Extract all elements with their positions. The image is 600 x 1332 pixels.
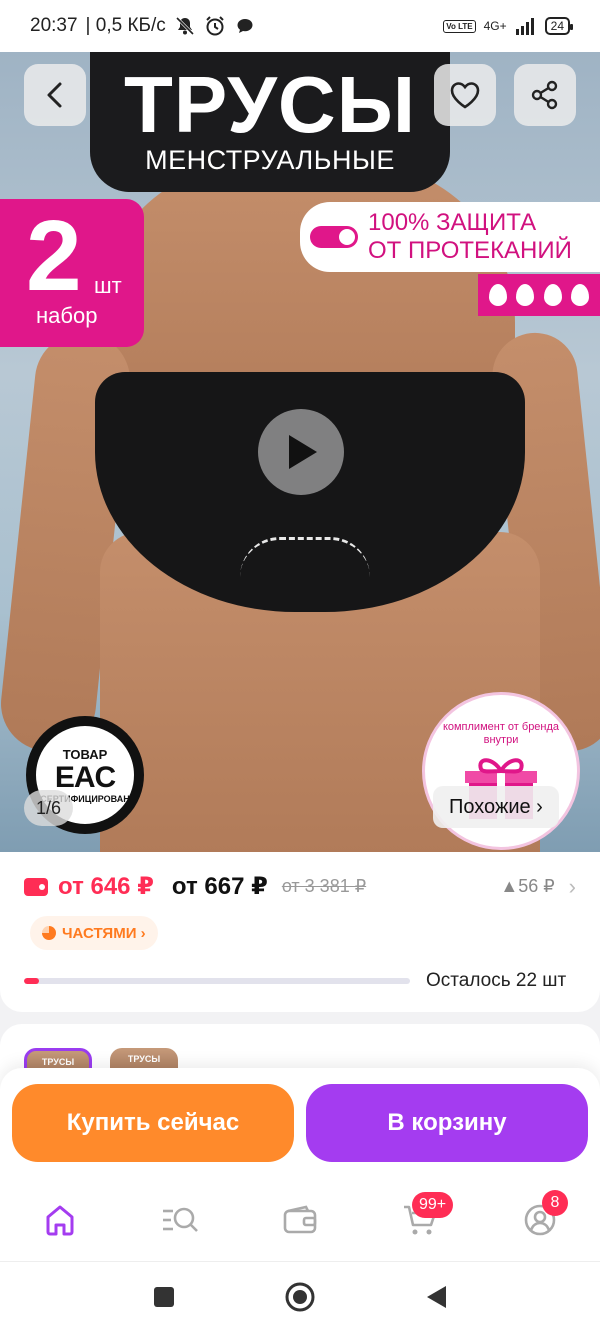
price-change[interactable]: ▲56 ₽ <box>500 876 554 897</box>
play-icon <box>289 435 317 469</box>
drop-icon <box>571 284 590 306</box>
pie-icon <box>42 926 56 940</box>
profile-badge: 8 <box>542 1190 568 1216</box>
absorbency-drops <box>478 274 600 316</box>
pack-badge: 2 шт набор <box>0 199 144 347</box>
status-speed: | 0,5 КБ/с <box>85 15 166 36</box>
pack-unit: шт <box>94 273 122 298</box>
nav-wallet[interactable] <box>278 1198 322 1242</box>
chevron-left-icon <box>47 82 62 108</box>
cert-mark: EAC <box>54 760 116 794</box>
add-to-cart-button[interactable]: В корзину <box>306 1084 588 1162</box>
circle-icon <box>285 1282 315 1312</box>
title-sub: МЕНСТРУАЛЬНЫЕ <box>145 145 395 175</box>
share-button[interactable] <box>514 64 576 126</box>
old-price: от 3 381 ₽ <box>281 876 367 896</box>
title-main: ТРУСЫ <box>123 60 417 149</box>
buy-now-button[interactable]: Купить сейчас <box>12 1084 294 1162</box>
product-title-overlay: ТРУСЫ МЕНСТРУАЛЬНЫЕ <box>100 60 440 175</box>
stock-progress-bar <box>24 978 410 984</box>
installments-label: ЧАСТЯМИ › <box>62 924 146 942</box>
drop-icon <box>543 284 562 306</box>
similar-label: Похожие › <box>449 795 543 818</box>
catalog-search-icon <box>163 1207 198 1232</box>
volte-indicator: Vo LTE <box>443 19 476 33</box>
chat-icon <box>234 15 256 37</box>
action-bar: Купить сейчас В корзину <box>0 1068 600 1178</box>
toggle-icon <box>310 226 358 248</box>
signal-icon <box>515 15 537 37</box>
protection-badge: 100% ЗАЩИТА ОТ ПРОТЕКАНИЙ <box>300 202 600 272</box>
nav-home[interactable] <box>38 1198 82 1242</box>
installments-button[interactable]: ЧАСТЯМИ › <box>30 916 158 950</box>
similar-button[interactable]: Похожие › <box>433 786 559 828</box>
variant-thumb-label: ТРУСЫ <box>41 1057 75 1067</box>
price-card: от 646 ₽ от 667 ₽ от 3 381 ₽ ▲56 ₽ › ЧАС… <box>0 852 600 1012</box>
status-bar: 20:37 | 0,5 КБ/с Vo LTE 4G+ 24 <box>0 0 600 52</box>
share-icon <box>531 80 558 110</box>
wallet-price: от 646 ₽ <box>58 873 154 900</box>
cert-top-text: ТОВАР <box>62 746 108 762</box>
main-price: от 667 ₽ <box>171 873 268 900</box>
back-system-button[interactable] <box>421 1282 451 1312</box>
status-left: 20:37 | 0,5 КБ/с <box>30 15 256 37</box>
recents-button[interactable] <box>149 1282 179 1312</box>
price-row: от 646 ₽ от 667 ₽ от 3 381 ₽ ▲56 ₽ › <box>24 872 576 901</box>
stock-text: Осталось 22 шт <box>426 970 567 991</box>
pack-count: 2 <box>26 200 82 312</box>
network-type: 4G+ <box>483 19 507 33</box>
stock-progress-fill <box>24 978 40 984</box>
protection-line2: ОТ ПРОТЕКАНИЙ <box>368 237 572 264</box>
home-icon <box>46 1205 74 1236</box>
battery-indicator: 24 <box>544 17 574 35</box>
favorite-button[interactable] <box>434 64 496 126</box>
product-image-carousel[interactable]: ТРУСЫ МЕНСТРУАЛЬНЫЕ 2 шт набор 100% ЗАЩИ… <box>0 52 600 852</box>
wallet-icon <box>24 877 48 896</box>
protection-text: 100% ЗАЩИТА ОТ ПРОТЕКАНИЙ <box>368 209 572 265</box>
gift-text: комплимент от бренда внутри <box>442 721 560 746</box>
stitch-line <box>240 537 370 577</box>
wallet-outline-icon <box>283 1205 317 1234</box>
heart-icon <box>450 82 480 109</box>
cart-badge: 99+ <box>412 1192 454 1218</box>
bell-off-icon <box>174 15 196 37</box>
drop-icon <box>516 284 535 306</box>
square-icon <box>154 1287 174 1307</box>
nav-catalog[interactable] <box>158 1198 202 1242</box>
protection-line1: 100% ЗАЩИТА <box>368 209 537 236</box>
drop-icon <box>488 284 507 306</box>
chevron-right-icon[interactable]: › <box>569 874 576 900</box>
status-right: Vo LTE 4G+ 24 <box>443 15 574 37</box>
back-button[interactable] <box>24 64 86 126</box>
home-system-button[interactable] <box>285 1282 315 1312</box>
bottom-navigation: 99+ 8 <box>0 1178 600 1262</box>
status-time: 20:37 <box>30 15 78 36</box>
system-navigation <box>0 1262 600 1332</box>
variant-thumb-label: ТРУСЫ <box>127 1054 161 1064</box>
play-video-button[interactable] <box>258 409 344 495</box>
pack-label: набор <box>36 303 98 328</box>
triangle-back-icon <box>427 1286 446 1308</box>
alarm-icon <box>204 15 226 37</box>
page-indicator: 1/6 <box>24 790 74 826</box>
